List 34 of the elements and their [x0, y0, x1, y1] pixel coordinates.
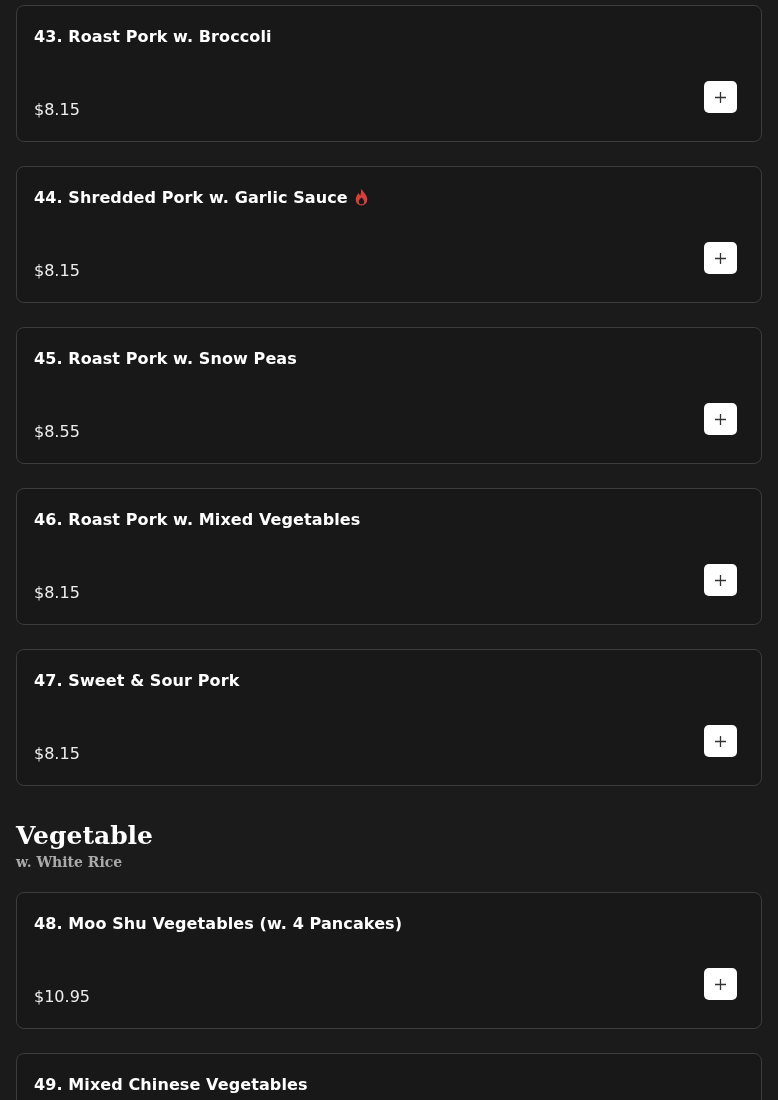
item-name: 44. Shredded Pork w. Garlic Sauce	[34, 188, 348, 207]
item-name: 43. Roast Pork w. Broccoli	[34, 27, 272, 46]
menu-item-card[interactable]: 47. Sweet & Sour Pork $8.15	[16, 649, 762, 786]
add-button[interactable]	[704, 242, 737, 274]
menu-item-card[interactable]: 48. Moo Shu Vegetables (w. 4 Pancakes) $10.95	[16, 892, 762, 1029]
item-name: 46. Roast Pork w. Mixed Vegetables	[34, 510, 361, 529]
section-title: Vegetable	[16, 820, 155, 852]
add-button[interactable]	[704, 968, 737, 1000]
item-name: 49. Mixed Chinese Vegetables	[34, 1075, 308, 1094]
add-button[interactable]	[704, 403, 737, 435]
section-subtitle: w. White Rice	[16, 854, 124, 870]
item-name: 47. Sweet & Sour Pork	[34, 671, 240, 690]
plus-icon	[715, 735, 726, 747]
item-name: 45. Roast Pork w. Snow Peas	[34, 349, 297, 368]
item-price: $8.55	[34, 421, 80, 441]
menu-item-card[interactable]: 46. Roast Pork w. Mixed Vegetables $8.15	[16, 488, 762, 625]
item-price: $8.15	[34, 260, 80, 280]
item-price: $8.15	[34, 99, 80, 119]
plus-icon	[715, 978, 726, 990]
menu-item-card[interactable]: 45. Roast Pork w. Snow Peas $8.55	[16, 327, 762, 464]
add-button[interactable]	[704, 564, 737, 596]
plus-icon	[715, 574, 726, 586]
add-button[interactable]	[704, 81, 737, 113]
item-name: 48. Moo Shu Vegetables (w. 4 Pancakes)	[34, 914, 403, 933]
menu-item-card[interactable]: 43. Roast Pork w. Broccoli $8.15	[16, 5, 762, 142]
item-price: $10.95	[34, 986, 90, 1006]
menu-item-card[interactable]: 44. Shredded Pork w. Garlic Sauce $8.15	[16, 166, 762, 303]
item-price: $8.15	[34, 743, 80, 763]
plus-icon	[715, 91, 726, 103]
plus-icon	[715, 413, 726, 425]
menu-item-card[interactable]: 49. Mixed Chinese Vegetables	[16, 1053, 762, 1100]
add-button[interactable]	[704, 725, 737, 757]
item-price: $8.15	[34, 582, 80, 602]
plus-icon	[715, 252, 726, 264]
